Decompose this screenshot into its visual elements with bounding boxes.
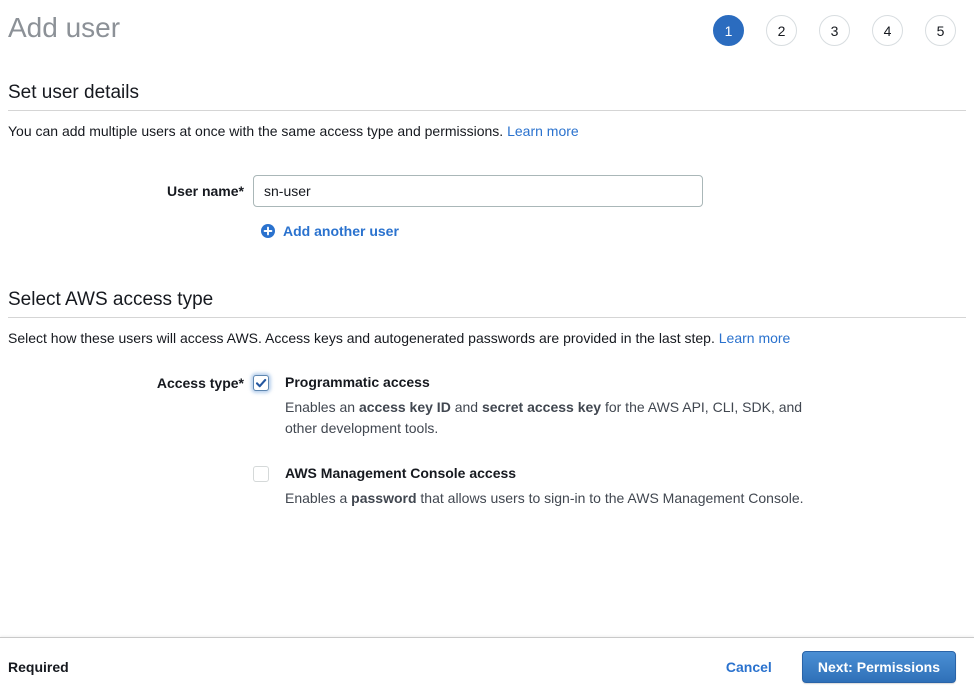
select-access-type-heading: Select AWS access type (8, 289, 966, 318)
access-type-learn-more-link[interactable]: Learn more (719, 330, 791, 346)
set-user-details-heading: Set user details (8, 82, 966, 111)
step-1-indicator: 1 (713, 15, 744, 46)
programmatic-access-option: Programmatic access Enables an access ke… (253, 374, 810, 439)
page-header: Add user 1 2 3 4 5 (8, 12, 966, 46)
console-access-title[interactable]: AWS Management Console access (285, 465, 804, 481)
option-text: Programmatic access Enables an access ke… (285, 374, 810, 439)
desc-part-bold: secret access key (482, 399, 601, 415)
step-3-indicator: 3 (819, 15, 850, 46)
console-access-option: AWS Management Console access Enables a … (253, 465, 810, 509)
wizard-step-indicator: 1 2 3 4 5 (713, 15, 956, 46)
user-details-learn-more-link[interactable]: Learn more (507, 123, 579, 139)
next-permissions-button[interactable]: Next: Permissions (802, 651, 956, 683)
user-name-row: User name* (8, 175, 966, 207)
set-user-details-description: You can add multiple users at once with … (8, 123, 966, 139)
description-text: You can add multiple users at once with … (8, 123, 503, 139)
description-text: Select how these users will access AWS. … (8, 330, 715, 346)
option-text: AWS Management Console access Enables a … (285, 465, 804, 509)
wizard-footer: Required Cancel Next: Permissions (0, 637, 974, 697)
access-type-row: Access type* Programmatic access Enables… (8, 374, 966, 509)
desc-part: Enables an (285, 399, 359, 415)
add-another-user-label: Add another user (283, 223, 399, 239)
user-name-label: User name* (8, 175, 253, 207)
desc-part-bold: access key ID (359, 399, 451, 415)
add-another-user-button[interactable]: Add another user (261, 223, 399, 239)
desc-part: Enables a (285, 490, 351, 506)
select-access-type-description: Select how these users will access AWS. … (8, 330, 966, 346)
checkmark-icon (255, 377, 267, 389)
step-2-indicator: 2 (766, 15, 797, 46)
programmatic-access-description: Enables an access key ID and secret acce… (285, 397, 810, 439)
plus-circle-icon (261, 224, 275, 238)
console-access-checkbox[interactable] (253, 466, 269, 482)
console-access-description: Enables a password that allows users to … (285, 488, 804, 509)
set-user-details-section: Set user details You can add multiple us… (8, 82, 966, 241)
programmatic-access-title[interactable]: Programmatic access (285, 374, 810, 390)
step-4-indicator: 4 (872, 15, 903, 46)
add-user-page: Add user 1 2 3 4 5 Set user details You … (0, 0, 974, 697)
cancel-button[interactable]: Cancel (726, 659, 772, 675)
access-type-options: Programmatic access Enables an access ke… (253, 374, 810, 509)
footer-actions: Cancel Next: Permissions (726, 651, 956, 683)
page-title: Add user (8, 12, 120, 44)
required-label: Required (8, 659, 69, 675)
access-type-label: Access type* (8, 374, 253, 392)
desc-part: and (451, 399, 482, 415)
desc-part: that allows users to sign-in to the AWS … (417, 490, 804, 506)
desc-part-bold: password (351, 490, 416, 506)
step-5-indicator: 5 (925, 15, 956, 46)
select-access-type-section: Select AWS access type Select how these … (8, 289, 966, 509)
user-name-input[interactable] (253, 175, 703, 207)
programmatic-access-checkbox[interactable] (253, 375, 269, 391)
